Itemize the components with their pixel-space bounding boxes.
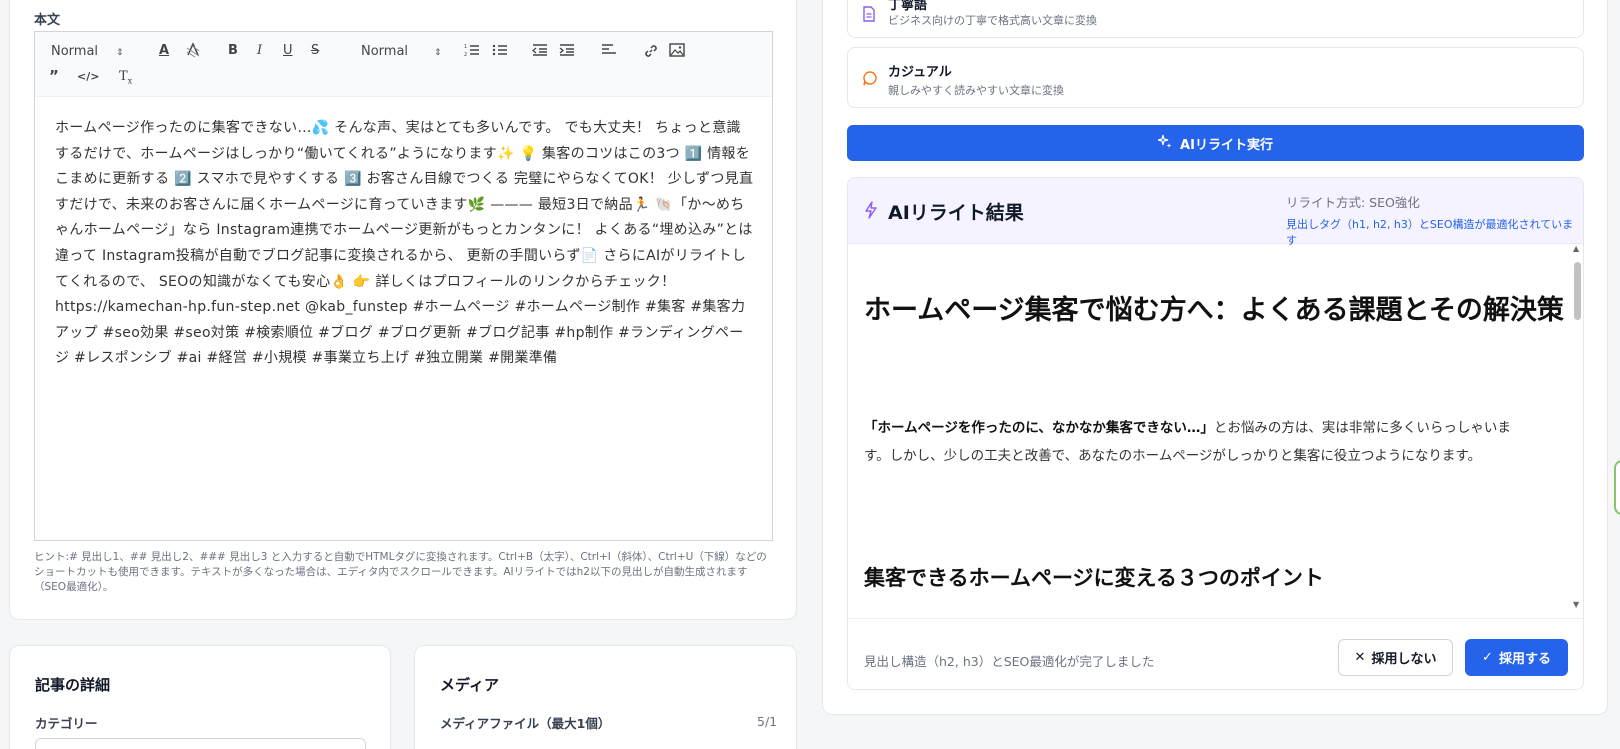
run-button-label: AIリライト実行: [1180, 137, 1273, 153]
lightning-icon: [864, 201, 878, 223]
style-option-polite[interactable]: 丁寧語 ビジネス向けの丁寧で格式高い文章に変換: [847, 0, 1584, 38]
size-select[interactable]: Normal ⇕: [361, 43, 442, 62]
link-icon[interactable]: [643, 43, 659, 65]
category-select[interactable]: [35, 738, 366, 749]
rewrite-method: リライト方式: SEO強化: [1286, 195, 1420, 210]
style-option-casual[interactable]: カジュアル 親しみやすく読みやすい文章に変換: [847, 47, 1584, 108]
rich-text-editor[interactable]: Normal ⇕ A B I U S Normal ⇕ 12 ” </> Tx …: [34, 31, 773, 541]
background-color-icon[interactable]: [185, 42, 201, 64]
accept-label: 採用する: [1498, 652, 1551, 667]
strike-icon[interactable]: S: [311, 42, 319, 60]
para-bold: 「ホームページを作ったのに、なかなか集客できない…」: [864, 420, 1214, 436]
scroll-thumb[interactable]: [1574, 262, 1581, 320]
result-title: AIリライト結果: [888, 202, 1024, 224]
italic-icon[interactable]: I: [257, 42, 262, 60]
text-color-icon[interactable]: A: [159, 42, 169, 60]
style-desc: 親しみやすく読みやすい文章に変換: [888, 84, 1064, 97]
result-heading-2: 集客できるホームページに変える３つのポイント: [864, 566, 1324, 590]
close-icon: ✕: [1354, 650, 1366, 665]
side-feedback-tab[interactable]: [1614, 460, 1620, 515]
clear-format-icon[interactable]: Tx: [119, 68, 132, 91]
header-select[interactable]: Normal ⇕: [51, 43, 124, 62]
completion-status: 見出し構造（h2, h3）とSEO最適化が完了しました: [864, 654, 1155, 669]
editor-toolbar: Normal ⇕ A B I U S Normal ⇕ 12 ” </> Tx: [35, 32, 772, 97]
size-select-value: Normal: [361, 44, 409, 59]
outdent-icon[interactable]: [531, 43, 548, 63]
body-label: 本文: [34, 13, 61, 28]
bold-icon[interactable]: B: [228, 42, 238, 60]
editor-content[interactable]: ホームページ作ったのに集客できない…💦 そんな声、実はとても多いんです。 でも大…: [55, 116, 755, 372]
result-content: ホームページ集客で悩む方へ：よくある課題とその解決策 「ホームページを作ったのに…: [848, 244, 1568, 634]
rewrite-result-box: AIリライト結果 リライト方式: SEO強化 見出しタグ（h1, h2, h3）…: [847, 177, 1584, 690]
style-title: カジュアル: [888, 65, 952, 80]
editor-hint: ヒント:# 見出し1、## 見出し2、### 見出し3 と入力すると自動でHTM…: [34, 551, 767, 593]
chat-bubble-icon: [862, 70, 878, 90]
result-paragraph: 「ホームページを作ったのに、なかなか集客できない…」とお悩みの方は、実は非常に多…: [864, 414, 1534, 470]
ai-rewrite-run-button[interactable]: AIリライト実行: [847, 125, 1584, 161]
image-icon[interactable]: [669, 43, 685, 63]
details-title: 記事の詳細: [35, 676, 111, 694]
svg-text:1: 1: [464, 44, 467, 50]
select-arrows-icon: ⇕: [434, 48, 442, 58]
ordered-list-icon[interactable]: 12: [464, 43, 480, 63]
accept-button[interactable]: ✓ 採用する: [1465, 639, 1568, 676]
indent-icon[interactable]: [559, 43, 575, 63]
sparkle-icon: [1157, 134, 1172, 152]
bullet-list-icon[interactable]: [492, 43, 508, 63]
style-desc: ビジネス向けの丁寧で格式高い文章に変換: [888, 14, 1097, 27]
result-scrollbar[interactable]: ▲ ▼: [1570, 244, 1583, 634]
select-arrows-icon: ⇕: [116, 48, 124, 58]
code-block-icon[interactable]: </>: [77, 68, 99, 86]
media-count: 5/1: [757, 714, 778, 729]
result-header: AIリライト結果 リライト方式: SEO強化 見出しタグ（h1, h2, h3）…: [848, 178, 1583, 247]
align-icon[interactable]: [601, 43, 617, 63]
category-label: カテゴリー: [35, 716, 98, 731]
document-icon: [862, 6, 876, 26]
article-details-card: 記事の詳細 カテゴリー: [9, 645, 391, 749]
result-heading-1: ホームページ集客で悩む方へ：よくある課題とその解決策: [864, 295, 1564, 326]
scroll-up-icon[interactable]: ▲: [1573, 244, 1579, 253]
media-file-label: メディアファイル（最大1個）: [440, 716, 611, 731]
result-footer: 見出し構造（h2, h3）とSEO最適化が完了しました ✕ 採用しない ✓ 採用…: [848, 618, 1583, 689]
media-title: メディア: [440, 676, 499, 694]
reject-button[interactable]: ✕ 採用しない: [1338, 639, 1453, 676]
media-card: メディア メディアファイル（最大1個） 5/1: [414, 645, 797, 749]
blockquote-icon[interactable]: ”: [49, 67, 59, 85]
svg-text:2: 2: [464, 52, 467, 57]
reject-label: 採用しない: [1371, 652, 1437, 667]
check-icon: ✓: [1482, 650, 1493, 665]
header-select-value: Normal: [51, 44, 99, 59]
scroll-down-icon[interactable]: ▼: [1573, 600, 1579, 609]
underline-icon[interactable]: U: [283, 42, 293, 60]
